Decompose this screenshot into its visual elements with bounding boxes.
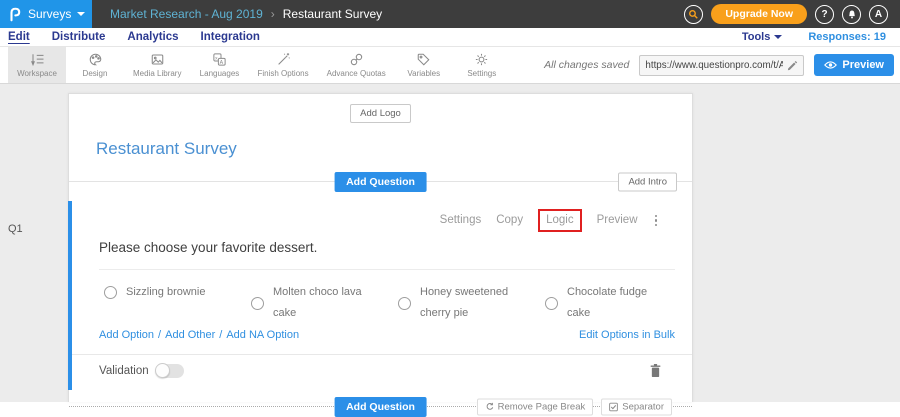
radio-icon[interactable] [398,297,411,310]
survey-title[interactable]: Restaurant Survey [96,139,692,165]
edit-options-bulk-link[interactable]: Edit Options in Bulk [579,328,675,342]
toolbar-item-media-library[interactable]: Media Library [124,47,190,83]
add-intro-button[interactable]: Add Intro [618,173,677,192]
topbar-actions: Upgrade Now ? A [684,4,900,24]
section-divider: Add Question Add Intro [69,181,692,182]
answer-option[interactable]: Honey sweetened cherry pie [398,282,545,324]
question-block: Settings Copy Logic Preview Please choos… [68,201,692,390]
search-icon [688,9,699,20]
survey-canvas: Q1 Add Logo Restaurant Survey Add Questi… [0,84,900,402]
tools-label: Tools [742,31,771,43]
eye-icon [824,60,837,70]
preview-button[interactable]: Preview [814,54,894,76]
remove-page-break-button[interactable]: Remove Page Break [477,399,594,416]
finish-options-icon [276,52,291,67]
media-library-icon [150,52,165,67]
survey-url-box [639,55,804,76]
breadcrumb-current: Restaurant Survey [283,7,382,21]
question-logic-link[interactable]: Logic [538,209,582,232]
page-break-actions: Remove Page Break Separator [477,399,672,416]
question-copy-link[interactable]: Copy [496,213,523,228]
design-icon [88,52,103,67]
save-status: All changes saved [544,59,629,71]
question-footer: Validation [72,354,692,390]
chevron-down-icon [774,35,782,39]
workspace-icon [30,52,45,67]
page-break-icon [485,403,494,412]
toolbar-item-variables[interactable]: Variables [395,47,453,83]
toolbar-item-advance-quotas[interactable]: Advance Quotas [318,47,395,83]
question-preview-link[interactable]: Preview [597,213,638,228]
add-other-link[interactable]: Add Other [165,329,215,341]
help-button[interactable]: ? [815,5,834,24]
question-actions: Settings Copy Logic Preview [72,201,692,230]
option-links-row: Add Option/Add Other/Add NA Option Edit … [99,328,675,342]
answer-option[interactable]: Molten choco lava cake [251,282,398,324]
breadcrumb-separator-icon: › [271,7,275,21]
add-logo-button[interactable]: Add Logo [350,104,411,123]
pencil-icon[interactable] [786,59,798,71]
avatar[interactable]: A [869,5,888,24]
breadcrumb-parent[interactable]: Market Research - Aug 2019 [110,7,263,21]
responses-count[interactable]: Responses: 19 [808,31,886,43]
more-options-icon[interactable] [653,215,660,227]
separator-button[interactable]: Separator [601,399,672,416]
answer-options: Sizzling brownie Molten choco lava cake … [104,282,692,324]
survey-url-input[interactable] [645,60,783,71]
question-divider [99,269,675,270]
trash-icon [649,363,662,378]
toolbar-item-finish-options[interactable]: Finish Options [248,47,317,83]
tab-analytics[interactable]: Analytics [127,31,178,43]
surveys-menu[interactable]: Surveys [0,0,92,28]
brand-label: Surveys [28,7,71,21]
answer-option[interactable]: Sizzling brownie [104,282,251,303]
upgrade-button[interactable]: Upgrade Now [711,4,807,24]
radio-icon[interactable] [545,297,558,310]
validation-toggle[interactable] [156,364,184,378]
toolbar-item-settings[interactable]: Settings [453,47,511,83]
radio-icon[interactable] [251,297,264,310]
tools-menu[interactable]: Tools [742,31,783,43]
survey-nav: Edit Distribute Analytics Integration To… [0,28,900,47]
answer-option[interactable]: Chocolate fudge cake [545,282,692,324]
checkbox-checked-icon [609,403,618,412]
questionpro-logo-icon [8,6,22,22]
survey-page-card: Add Logo Restaurant Survey Add Question … [68,93,693,402]
validation-control: Validation [99,364,184,378]
edit-toolbar: Workspace Design Media Library Ax Langua… [0,47,900,84]
add-option-link[interactable]: Add Option [99,329,154,341]
add-question-button-bottom[interactable]: Add Question [334,397,427,417]
delete-question-button[interactable] [649,363,662,378]
tab-distribute[interactable]: Distribute [52,31,106,43]
breadcrumb: Market Research - Aug 2019 › Restaurant … [110,7,382,21]
notifications-button[interactable] [842,5,861,24]
tab-integration[interactable]: Integration [201,31,260,43]
tab-edit[interactable]: Edit [8,31,30,43]
question-number: Q1 [8,223,23,235]
advance-quotas-icon [349,52,364,67]
add-question-button-top[interactable]: Add Question [334,172,427,192]
toolbar-item-workspace[interactable]: Workspace [8,47,66,83]
add-na-option-link[interactable]: Add NA Option [226,329,299,341]
gear-icon [474,52,489,67]
variables-icon [416,52,431,67]
svg-text:A: A [220,59,224,65]
page-break-divider: Add Question Remove Page Break Separator [69,406,692,407]
languages-icon: Ax [212,52,227,67]
toolbar-item-languages[interactable]: Ax Languages [190,47,248,83]
topbar: Surveys Market Research - Aug 2019 › Res… [0,0,900,28]
toolbar-item-design[interactable]: Design [66,47,124,83]
radio-icon[interactable] [104,286,117,299]
question-settings-link[interactable]: Settings [440,213,482,228]
bell-icon [847,9,857,20]
validation-label: Validation [99,365,149,377]
chevron-down-icon [77,12,85,16]
question-text[interactable]: Please choose your favorite dessert. [99,240,665,256]
option-links: Add Option/Add Other/Add NA Option [99,328,299,342]
search-button[interactable] [684,5,703,24]
